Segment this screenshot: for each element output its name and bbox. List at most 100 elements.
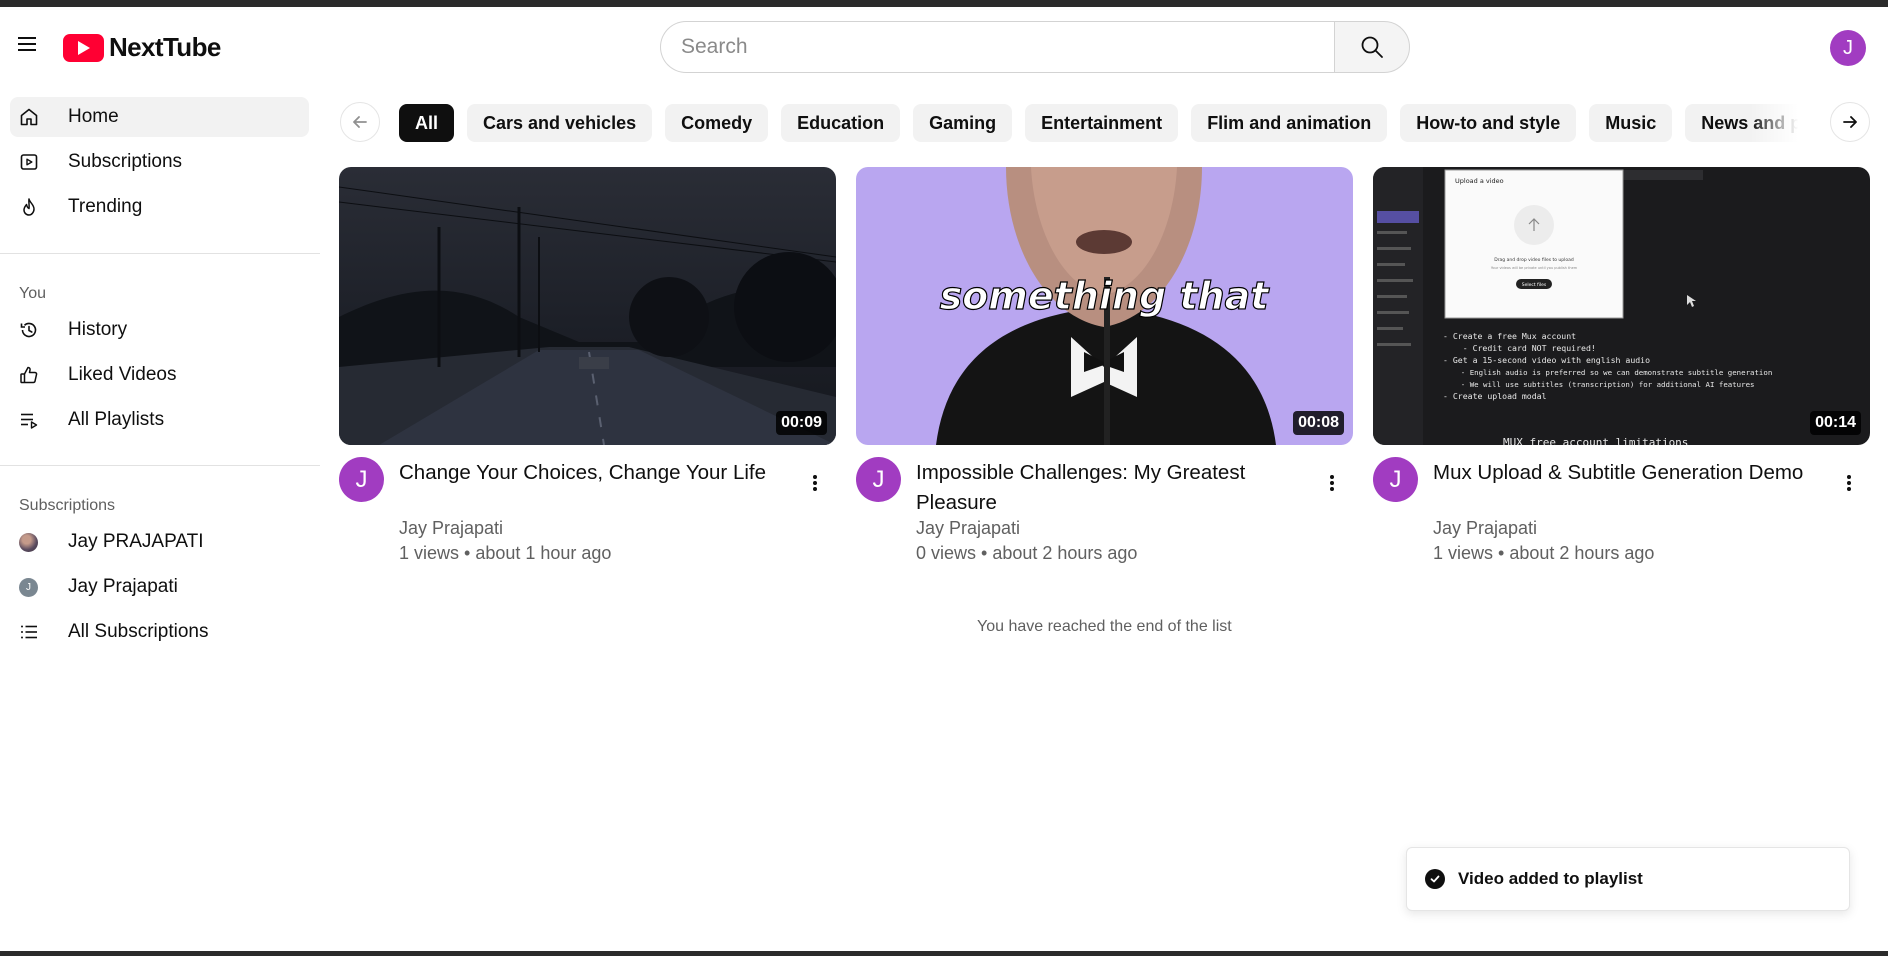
brand-name: NextTube xyxy=(109,32,221,62)
notes-line: MUX free account limitations xyxy=(1503,436,1688,445)
sidebar-label: History xyxy=(68,319,128,340)
more-vertical-icon xyxy=(1847,475,1851,491)
video-thumbnail[interactable]: Upload a video Drag and drop video files… xyxy=(1373,167,1870,445)
sidebar-item-home[interactable]: Home xyxy=(10,97,309,137)
sidebar-divider xyxy=(0,465,320,466)
arrow-right-icon xyxy=(1843,116,1857,128)
sidebar-label: Home xyxy=(68,106,119,127)
chip-entertainment[interactable]: Entertainment xyxy=(1025,104,1179,142)
arrow-left-icon xyxy=(353,116,367,128)
channel-avatar[interactable]: J xyxy=(1373,457,1418,502)
channel-avatar[interactable]: J xyxy=(339,457,384,502)
search-icon xyxy=(1361,36,1383,58)
notes-line: - English audio is preferred so we can d… xyxy=(1443,368,1772,377)
video-more-button[interactable] xyxy=(802,470,828,496)
sidebar-item-all-playlists[interactable]: All Playlists xyxy=(10,400,309,440)
video-title[interactable]: Impossible Challenges: My Greatest Pleas… xyxy=(916,458,1306,518)
chips-scroll-right-button[interactable] xyxy=(1830,102,1870,142)
upload-dialog-title: Upload a video xyxy=(1455,177,1504,185)
search-bar xyxy=(660,21,1410,73)
home-icon xyxy=(19,107,39,127)
chip-comedy[interactable]: Comedy xyxy=(665,104,769,142)
video-duration: 00:09 xyxy=(776,411,827,435)
video-meta: 1 views • about 2 hours ago xyxy=(1433,543,1655,563)
menu-button[interactable] xyxy=(12,29,42,59)
sidebar-label: Liked Videos xyxy=(68,364,177,385)
check-circle-icon xyxy=(1425,869,1445,889)
sidebar-item-subscriptions[interactable]: Subscriptions xyxy=(10,142,309,182)
playlist-icon xyxy=(19,410,39,430)
logo[interactable]: NextTube xyxy=(63,32,221,63)
video-channel-name[interactable]: Jay Prajapati xyxy=(1433,518,1537,539)
more-vertical-icon xyxy=(813,475,817,491)
channel-avatar: J xyxy=(19,577,38,597)
video-channel-name[interactable]: Jay Prajapati xyxy=(916,518,1020,539)
screen-recording-thumbnail-image: Upload a video Drag and drop video files… xyxy=(1373,167,1870,445)
chip-how-to-and-style[interactable]: How-to and style xyxy=(1400,104,1577,142)
search-button[interactable] xyxy=(1334,21,1410,73)
sidebar-label: Subscriptions xyxy=(68,151,183,172)
app-window: NextTube J Home Subscriptions xyxy=(0,7,1888,951)
sidebar-item-history[interactable]: History xyxy=(10,310,309,350)
sidebar-divider xyxy=(0,253,320,254)
chip-education[interactable]: Education xyxy=(781,104,901,142)
video-card[interactable]: Upload a video Drag and drop video files… xyxy=(1373,167,1870,587)
video-more-button[interactable] xyxy=(1836,470,1862,496)
video-meta: 1 views • about 1 hour ago xyxy=(399,543,612,563)
flame-icon xyxy=(19,197,39,217)
user-avatar[interactable]: J xyxy=(1830,30,1866,66)
thumbs-up-icon xyxy=(19,365,39,385)
channel-avatar[interactable]: J xyxy=(856,457,901,502)
chip-cars-and-vehicles[interactable]: Cars and vehicles xyxy=(467,104,653,142)
list-icon xyxy=(19,622,39,642)
video-title[interactable]: Mux Upload & Subtitle Generation Demo xyxy=(1433,458,1823,488)
notes-line: - Credit card NOT required! xyxy=(1443,343,1596,353)
chip-all[interactable]: All xyxy=(399,104,455,142)
video-card[interactable]: something that 00:08 J Impossible Challe… xyxy=(856,167,1353,587)
chips-fade-overlay xyxy=(1750,100,1810,148)
sidebar-item-subscription-channel[interactable]: J Jay Prajapati xyxy=(10,567,309,607)
notes-line: - Create upload modal xyxy=(1443,391,1547,401)
search-input[interactable] xyxy=(660,21,1334,73)
section-title-subscriptions: Subscriptions xyxy=(19,497,116,514)
notes-line: - We will use subtitles (transcription) … xyxy=(1443,380,1754,389)
chips-list: All Cars and vehicles Comedy Education Gamin… xyxy=(399,104,1809,142)
sidebar-label: All Playlists xyxy=(68,409,165,430)
sidebar-label: Jay PRAJAPATI xyxy=(68,531,204,552)
sidebar: Home Subscriptions Trending You History xyxy=(0,87,320,947)
notes-line: - Get a 15-second video with english aud… xyxy=(1443,355,1650,365)
video-title[interactable]: Change Your Choices, Change Your Life xyxy=(399,458,789,488)
video-duration: 00:14 xyxy=(1810,411,1861,435)
sidebar-label: All Subscriptions xyxy=(68,621,209,642)
top-bar: NextTube J xyxy=(0,7,1888,87)
subscriptions-icon xyxy=(19,152,39,172)
video-more-button[interactable] xyxy=(1319,470,1345,496)
end-of-list-message: You have reached the end of the list xyxy=(977,618,1232,635)
sidebar-label: Jay Prajapati xyxy=(68,576,178,597)
chip-film-and-animation[interactable]: Flim and animation xyxy=(1191,104,1388,142)
sidebar-item-trending[interactable]: Trending xyxy=(10,187,309,227)
video-channel-name[interactable]: Jay Prajapati xyxy=(399,518,503,539)
more-vertical-icon xyxy=(1330,475,1334,491)
sidebar-item-all-subscriptions[interactable]: All Subscriptions xyxy=(10,612,309,652)
upload-dialog-hint: Your videos will be private until you pu… xyxy=(1491,266,1578,270)
sidebar-item-liked-videos[interactable]: Liked Videos xyxy=(10,355,309,395)
video-thumbnail[interactable]: something that 00:08 xyxy=(856,167,1353,445)
chips-scroll-left-button[interactable] xyxy=(340,102,380,142)
notes-line: - Create a free Mux account xyxy=(1443,331,1576,341)
chip-gaming[interactable]: Gaming xyxy=(913,104,1013,142)
category-chips-bar: All Cars and vehicles Comedy Education Gamin… xyxy=(340,100,1874,148)
sidebar-label: Trending xyxy=(68,196,143,217)
chip-music[interactable]: Music xyxy=(1589,104,1673,142)
video-meta: 0 views • about 2 hours ago xyxy=(916,543,1138,563)
video-thumbnail[interactable]: 00:09 xyxy=(339,167,836,445)
video-card[interactable]: 00:09 J Change Your Choices, Change Your… xyxy=(339,167,836,587)
history-icon xyxy=(19,320,39,340)
toast-message: Video added to playlist xyxy=(1458,869,1643,888)
road-night-thumbnail-image xyxy=(339,167,836,445)
video-duration: 00:08 xyxy=(1293,411,1344,435)
toast-notification: Video added to playlist xyxy=(1406,847,1850,911)
upload-dialog-select-button: Select files xyxy=(1522,282,1547,288)
sidebar-item-subscription-channel[interactable]: Jay PRAJAPATI xyxy=(10,522,309,562)
play-logo-icon xyxy=(63,33,104,62)
